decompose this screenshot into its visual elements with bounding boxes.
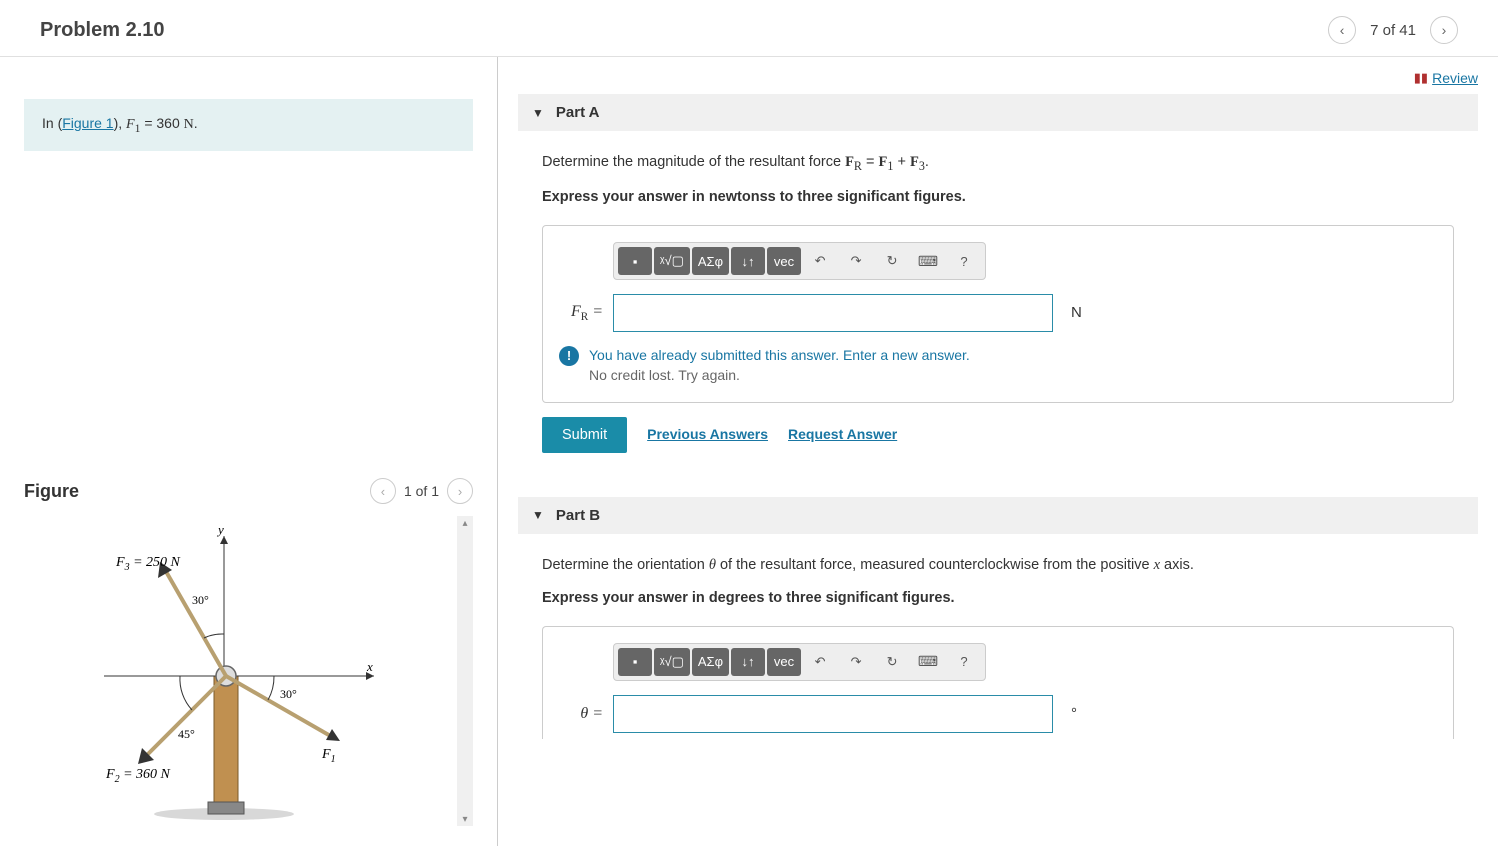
figure-counter: 1 of 1 — [404, 483, 439, 499]
equation-toolbar-b: ▪ ᵡ√▢ ΑΣφ ↓↑ vec ↶ ↷ ↻ ⌨ ? — [613, 643, 986, 681]
scroll-down-icon[interactable]: ▾ — [458, 812, 472, 826]
part-a-answer-panel: ▪ ᵡ√▢ ΑΣφ ↓↑ vec ↶ ↷ ↻ ⌨ ? FR = N — [542, 225, 1454, 402]
part-a-unit: N — [1071, 301, 1082, 325]
part-b-title: Part B — [556, 507, 600, 524]
equation-toolbar-a: ▪ ᵡ√▢ ΑΣφ ↓↑ vec ↶ ↷ ↻ ⌨ ? — [613, 242, 986, 280]
part-b: ▼ Part B Determine the orientation θ of … — [518, 497, 1478, 759]
part-b-answer-panel: ▪ ᵡ√▢ ΑΣφ ↓↑ vec ↶ ↷ ↻ ⌨ ? θ = ° — [542, 626, 1454, 739]
scroll-up-icon[interactable]: ▴ — [458, 516, 472, 530]
figure-prev-button[interactable]: ‹ — [370, 478, 396, 504]
f2-label: F2 = 360 N — [105, 767, 171, 785]
tool-undo-button[interactable]: ↶ — [803, 648, 837, 676]
part-b-prompt: Determine the orientation θ of the resul… — [542, 554, 1454, 577]
problem-nav: ‹ 7 of 41 › — [1328, 16, 1458, 44]
tool-template-button[interactable]: ▪ — [618, 648, 652, 676]
review-icon: ▮▮ — [1414, 70, 1428, 86]
part-b-answer-input[interactable] — [613, 695, 1053, 733]
part-b-header[interactable]: ▼ Part B — [518, 497, 1478, 534]
part-a-instruction: Express your answer in newtonss to three… — [542, 186, 1454, 209]
tool-vector-button[interactable]: vec — [767, 247, 801, 275]
figure-title: Figure — [24, 481, 79, 502]
tool-undo-button[interactable]: ↶ — [803, 247, 837, 275]
problem-counter: 7 of 41 — [1370, 22, 1416, 39]
request-answer-link[interactable]: Request Answer — [788, 423, 897, 445]
part-a-answer-label: FR = — [559, 299, 603, 327]
part-b-answer-label: θ = — [559, 701, 603, 727]
problem-statement: In (Figure 1), F1 = 360 N. — [24, 99, 473, 151]
submit-button[interactable]: Submit — [542, 417, 627, 453]
figure-link[interactable]: Figure 1 — [62, 115, 113, 131]
figure-next-button[interactable]: › — [447, 478, 473, 504]
part-b-unit: ° — [1071, 702, 1077, 726]
x-axis-label: x — [366, 659, 373, 674]
tool-reset-button[interactable]: ↻ — [875, 648, 909, 676]
tool-vector-button[interactable]: vec — [767, 648, 801, 676]
tool-subscript-button[interactable]: ↓↑ — [731, 247, 765, 275]
tool-radical-button[interactable]: ᵡ√▢ — [654, 648, 690, 676]
tool-template-button[interactable]: ▪ — [618, 247, 652, 275]
figure-canvas: ▴ ▾ x y — [24, 516, 473, 826]
tool-keyboard-button[interactable]: ⌨ — [911, 247, 945, 275]
prev-problem-button[interactable]: ‹ — [1328, 16, 1356, 44]
part-a-header[interactable]: ▼ Part A — [518, 94, 1478, 131]
part-a-feedback: ! You have already submitted this answer… — [559, 346, 1437, 385]
part-b-instruction: Express your answer in degrees to three … — [542, 587, 1454, 610]
part-a: ▼ Part A Determine the magnitude of the … — [518, 94, 1478, 473]
tool-redo-button[interactable]: ↷ — [839, 648, 873, 676]
tool-help-button[interactable]: ? — [947, 648, 981, 676]
y-axis-label: y — [216, 522, 224, 537]
tool-radical-button[interactable]: ᵡ√▢ — [654, 247, 690, 275]
part-a-title: Part A — [556, 104, 600, 121]
tool-greek-button[interactable]: ΑΣφ — [692, 648, 729, 676]
problem-title: Problem 2.10 — [40, 19, 165, 42]
alert-icon: ! — [559, 346, 579, 366]
collapse-icon: ▼ — [532, 508, 544, 522]
tool-subscript-button[interactable]: ↓↑ — [731, 648, 765, 676]
tool-reset-button[interactable]: ↻ — [875, 247, 909, 275]
review-link[interactable]: ▮▮ Review — [1414, 70, 1478, 86]
previous-answers-link[interactable]: Previous Answers — [647, 423, 768, 445]
tool-help-button[interactable]: ? — [947, 247, 981, 275]
f1-label: F1 — [321, 747, 336, 765]
tool-greek-button[interactable]: ΑΣφ — [692, 247, 729, 275]
angle-30a: 30° — [192, 593, 209, 607]
angle-45: 45° — [178, 727, 195, 741]
part-a-prompt: Determine the magnitude of the resultant… — [542, 151, 1454, 176]
tool-keyboard-button[interactable]: ⌨ — [911, 648, 945, 676]
angle-30b: 30° — [280, 687, 297, 701]
next-problem-button[interactable]: › — [1430, 16, 1458, 44]
collapse-icon: ▼ — [532, 106, 544, 120]
part-a-answer-input[interactable] — [613, 294, 1053, 332]
tool-redo-button[interactable]: ↷ — [839, 247, 873, 275]
